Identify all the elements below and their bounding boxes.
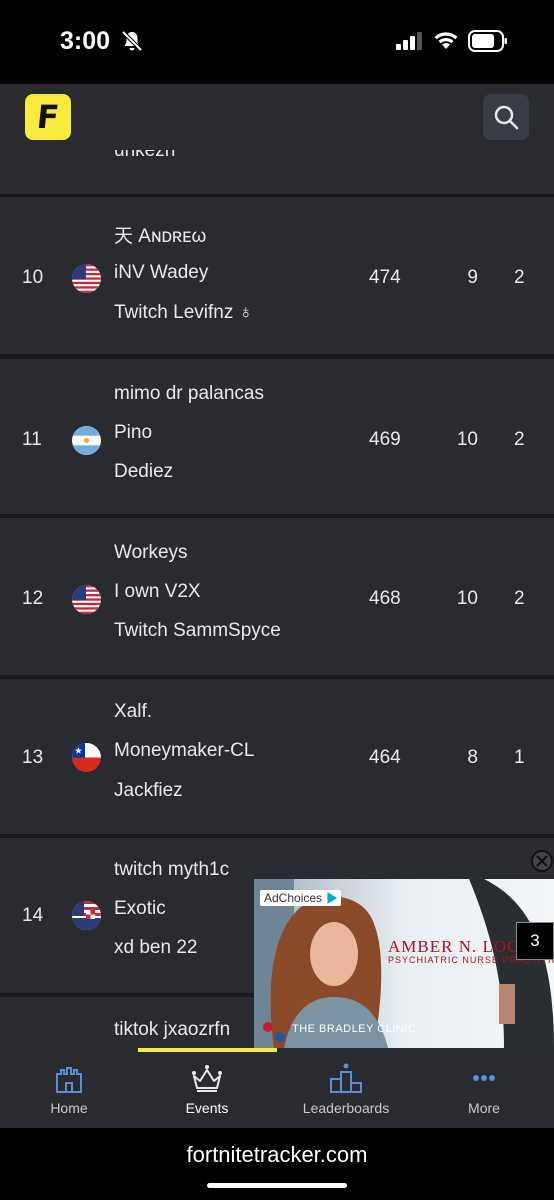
tab-label: Leaderboards (302, 1100, 390, 1116)
url-text[interactable]: fortnitetracker.com (0, 1142, 554, 1168)
app-header: F (0, 84, 554, 150)
player-name: Twitch SammSpyce (114, 620, 281, 641)
ad-close-button[interactable] (531, 850, 553, 872)
wins-cell: 2 (514, 267, 525, 288)
adchoices-badge[interactable]: AdChoices (260, 890, 342, 906)
elims-cell: 9 (467, 267, 478, 288)
tab-more[interactable]: More (415, 1048, 553, 1128)
points-cell: 464 (369, 747, 401, 768)
player-name: Workeys (114, 542, 188, 563)
wifi-icon (434, 32, 458, 49)
elims-cell: 10 (456, 588, 478, 609)
tab-label: Home (50, 1100, 88, 1116)
bell-muted-icon (121, 30, 143, 52)
crown-icon (192, 1065, 222, 1092)
rank-cell: 14 (22, 905, 44, 926)
player-name: Exotic (114, 898, 166, 919)
battery-icon (468, 30, 507, 52)
player-name: Pino (114, 422, 153, 443)
player-name: uhkezh (114, 150, 176, 161)
table-row[interactable]: 12 Workeys I own V2X Twitch SammSpyce 46… (0, 518, 554, 675)
more-dots-icon (473, 1075, 495, 1081)
player-name: Moneymaker-CL (114, 740, 255, 761)
flag-ar-icon (72, 426, 101, 455)
castle-icon (56, 1067, 82, 1093)
browser-url-bar[interactable]: fortnitetracker.com (0, 1128, 554, 1200)
player-name: tiktok jxaozrfn (114, 1019, 231, 1040)
status-time: 3:00 (60, 27, 111, 55)
tab-events[interactable]: Events (138, 1048, 276, 1128)
table-row[interactable]: 10 天 Aɴᴅʀᴇω iNV Wadey Twitch Levifnz ♁ 4… (0, 197, 554, 354)
table-row[interactable]: 13 Xalf. Moneymaker-CL Jackfiez 464 8 1 (0, 679, 554, 834)
tab-home[interactable]: Home (0, 1048, 138, 1128)
wins-cell: 2 (514, 588, 525, 609)
player-name: Dediez (114, 461, 174, 482)
wins-cell: 2 (514, 429, 525, 450)
cellular-signal-icon (396, 32, 422, 50)
rank-cell: 11 (22, 429, 42, 450)
flag-mixed-icon (72, 901, 101, 930)
flag-cl-icon (72, 743, 101, 772)
player-name: Twitch Levifnz ♁ (114, 302, 253, 323)
points-cell: 468 (369, 588, 401, 609)
elims-cell: 10 (456, 429, 478, 450)
player-name: xd ben 22 (114, 937, 198, 958)
tab-label: More (468, 1100, 500, 1116)
elims-cell: 8 (467, 747, 478, 768)
player-name: I own V2X (114, 581, 201, 602)
search-button[interactable] (483, 94, 529, 140)
table-row[interactable]: 11 mimo dr palancas Pino Dediez 469 10 2 (0, 359, 554, 514)
bottom-tab-bar: Home Events Leaderboards More (0, 1048, 554, 1128)
player-name: 天 Aɴᴅʀᴇω (114, 226, 207, 247)
fortnite-logo[interactable]: F (25, 94, 71, 140)
rank-cell: 13 (22, 747, 44, 768)
player-name: twitch myth1c (114, 859, 230, 880)
logo-letter: F (35, 98, 61, 136)
player-name: Xalf. (114, 701, 153, 722)
player-name: mimo dr palancas (114, 383, 264, 404)
points-cell: 469 (369, 429, 401, 450)
points-cell: 474 (369, 267, 401, 288)
player-name: Jackfiez (114, 780, 183, 801)
table-row[interactable]: uhkezh (0, 150, 554, 194)
adchoices-label: AdChoices (264, 891, 323, 905)
ad-countdown: 3 (516, 922, 554, 960)
home-indicator[interactable] (207, 1183, 347, 1188)
ad-clinic-logo: THE BRADLEY CLINIC (292, 1023, 417, 1035)
search-icon (494, 105, 519, 130)
rank-cell: 12 (22, 588, 44, 609)
adchoices-icon (327, 892, 338, 904)
rank-cell: 10 (22, 267, 44, 288)
podium-icon (330, 1063, 362, 1093)
wins-cell: 1 (514, 747, 525, 768)
close-icon (536, 855, 548, 867)
tab-leaderboards[interactable]: Leaderboards (277, 1048, 415, 1128)
flag-us-icon (72, 585, 101, 614)
player-name: iNV Wadey (114, 262, 209, 283)
status-bar: 3:00 (0, 0, 554, 84)
tab-label: Events (185, 1100, 229, 1116)
video-ad[interactable]: AdChoices AMBER N. LOCKM PSYCHIATRIC NUR… (254, 879, 554, 1048)
flag-us-icon (72, 264, 101, 293)
